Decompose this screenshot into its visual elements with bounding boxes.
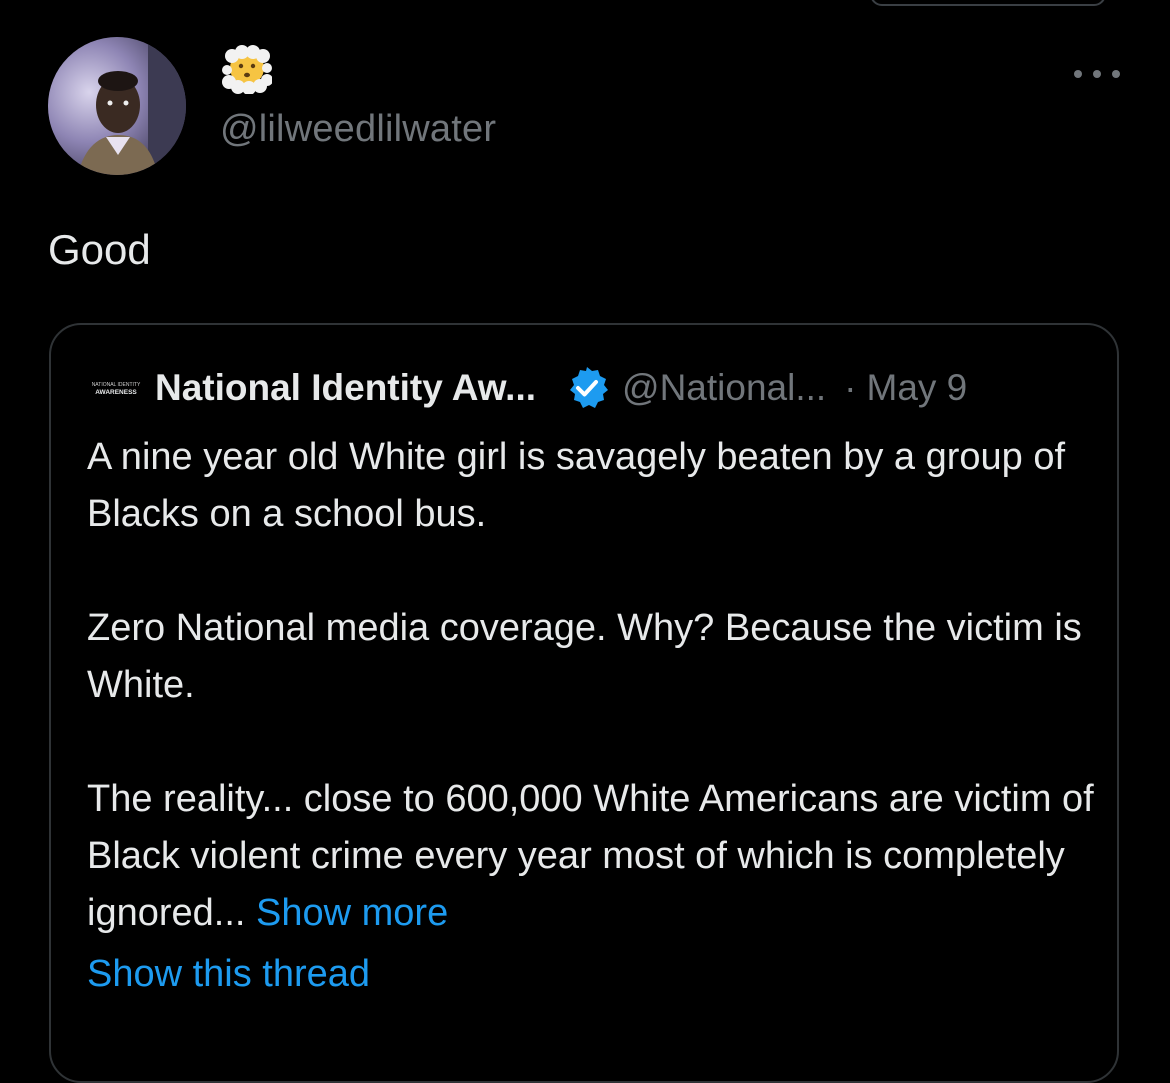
show-this-thread-link[interactable]: Show this thread — [87, 953, 370, 996]
author-handle[interactable]: @lilweedlilwater — [220, 108, 496, 151]
show-more-link[interactable]: Show more — [256, 892, 448, 934]
quoted-tweet-card[interactable]: NATIONAL IDENTITY AWARENESS National Ide… — [49, 323, 1119, 1083]
top-pill-button[interactable] — [870, 0, 1106, 6]
avatar[interactable] — [48, 37, 186, 175]
verified-badge-icon — [564, 365, 610, 411]
tweet-text: Good — [48, 226, 151, 273]
quoted-author-handle[interactable]: @National... — [622, 367, 826, 409]
quoted-paragraph-last: The reality... close to 600,000 White Am… — [87, 771, 1097, 942]
more-options-icon[interactable] — [1074, 60, 1120, 88]
quoted-paragraph: Zero National media coverage. Why? Becau… — [87, 607, 1082, 706]
quoted-tweet-header: NATIONAL IDENTITY AWARENESS National Ide… — [87, 363, 1097, 413]
quoted-paragraph: A nine year old White girl is savagely b… — [87, 436, 1066, 535]
quoted-tweet-date[interactable]: May 9 — [867, 367, 968, 409]
avatar-photo-icon — [48, 37, 186, 175]
quoted-author-name[interactable]: National Identity Aw... — [155, 367, 536, 409]
svg-text:NATIONAL IDENTITY: NATIONAL IDENTITY — [92, 382, 141, 388]
svg-text:AWARENESS: AWARENESS — [95, 389, 137, 396]
separator-dot: · — [844, 367, 857, 408]
quoted-paragraph-text: The reality... close to 600,000 White Am… — [87, 778, 1094, 934]
face-in-clouds-emoji-icon — [222, 44, 272, 94]
national-identity-logo-icon: NATIONAL IDENTITY AWARENESS — [87, 363, 145, 413]
quoted-tweet-body: A nine year old White girl is savagely b… — [87, 429, 1097, 942]
